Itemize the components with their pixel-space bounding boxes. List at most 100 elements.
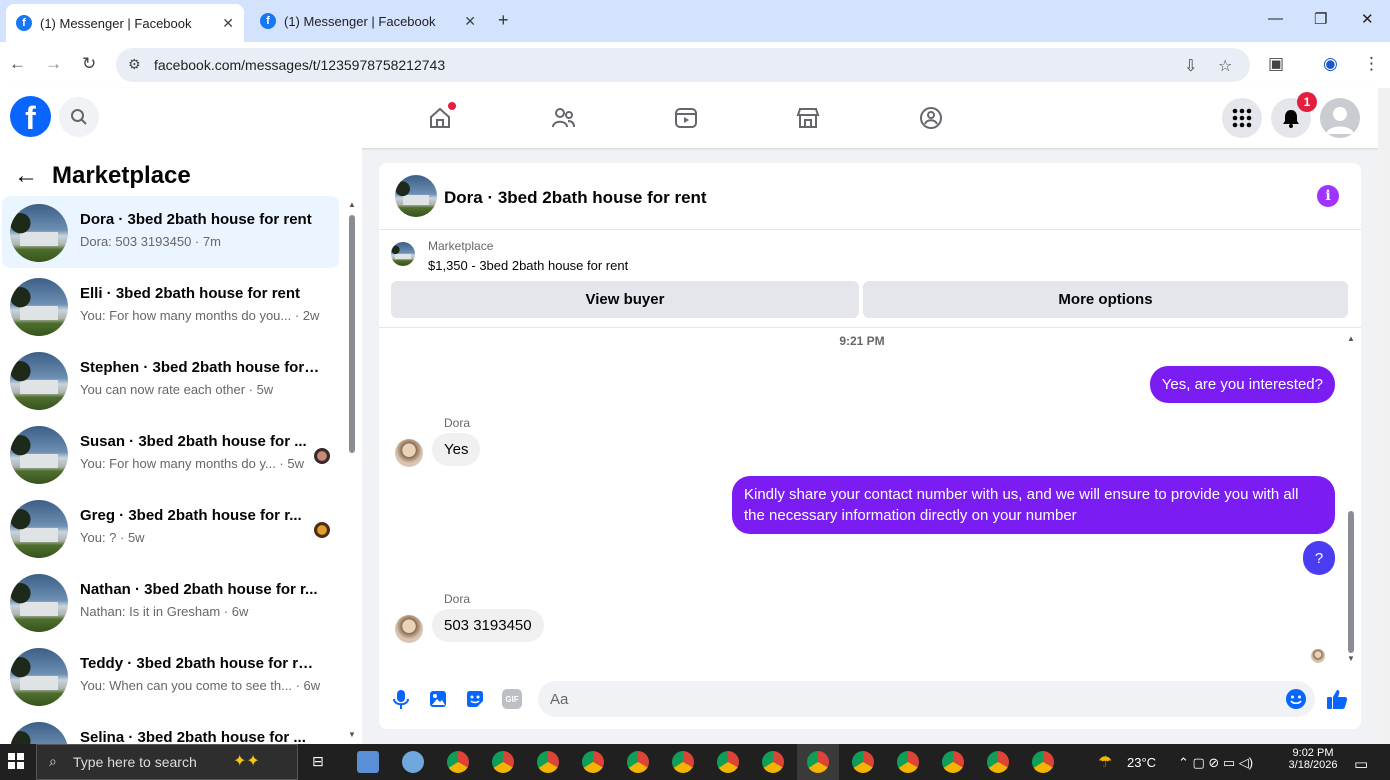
marketplace-nav-icon[interactable] [793, 103, 823, 133]
info-icon[interactable]: i [1317, 185, 1339, 207]
microphone-icon[interactable] [390, 688, 412, 710]
chrome-icon[interactable] [582, 751, 604, 773]
browser-tab-active[interactable]: f (1) Messenger | Facebook ✕ [6, 4, 244, 42]
clock[interactable]: 9:02 PM 3/18/2026 [1288, 747, 1338, 771]
install-app-icon[interactable]: ⇩ [1184, 56, 1197, 76]
scrollbar-thumb[interactable] [349, 215, 355, 453]
task-view-icon[interactable]: ⊟ [312, 753, 324, 770]
message-input[interactable]: Aa [538, 681, 1315, 717]
restore-icon[interactable]: ❐ [1314, 10, 1327, 28]
conversation-preview: You can now rate each other · 5w [80, 382, 274, 397]
facebook-logo-icon[interactable]: f [10, 96, 51, 137]
chrome-icon[interactable] [672, 751, 694, 773]
scroll-up-icon[interactable]: ▲ [348, 200, 356, 209]
conversation-item[interactable]: Nathan · 3bed 2bath house for r... Natha… [2, 566, 339, 638]
photo-icon[interactable] [427, 688, 449, 710]
scroll-up-icon[interactable]: ▲ [1347, 334, 1355, 343]
apps-menu-button[interactable] [1222, 98, 1262, 138]
listing-price-title[interactable]: $1,350 - 3bed 2bath house for rent [428, 258, 628, 273]
tab-close-icon[interactable]: ✕ [464, 13, 476, 30]
scroll-down-icon[interactable]: ▼ [1347, 654, 1355, 663]
chat-title[interactable]: Dora · 3bed 2bath house for rent [444, 188, 707, 208]
conversation-item[interactable]: Selina · 3bed 2bath house for ... [2, 714, 339, 744]
notification-center-icon[interactable]: ▭ [1354, 755, 1368, 773]
address-bar[interactable]: ⚙ facebook.com/messages/t/12359787582127… [116, 48, 1250, 82]
groups-nav-icon[interactable] [916, 103, 946, 133]
message-timestamp: 9:21 PM [839, 334, 885, 348]
bookmark-star-icon[interactable]: ☆ [1218, 56, 1232, 76]
windows-taskbar: ⌕ Type here to search ✦✦ ⊟ ☂ 23°C ⌃ ▢ ⊘ … [0, 744, 1390, 780]
sticker-icon[interactable] [464, 688, 486, 710]
friends-nav-icon[interactable] [548, 103, 578, 133]
outgoing-message[interactable]: Kindly share your contact number with us… [732, 476, 1335, 534]
system-tray-icons[interactable]: ⌃ ▢ ⊘ ▭ ◁) [1178, 755, 1253, 771]
video-nav-icon[interactable] [671, 103, 701, 133]
clock-date: 3/18/2026 [1288, 759, 1338, 771]
tab-close-icon[interactable]: ✕ [222, 15, 234, 32]
temperature[interactable]: 23°C [1127, 755, 1156, 770]
windows-start-icon[interactable] [8, 753, 24, 774]
chrome-icon[interactable] [717, 751, 739, 773]
message-composer: GIF Aa [379, 668, 1361, 729]
close-window-icon[interactable]: ✕ [1361, 10, 1374, 28]
chrome-icon[interactable] [627, 751, 649, 773]
forward-icon[interactable]: → [45, 54, 62, 74]
conversation-item[interactable]: Elli · 3bed 2bath house for rent You: Fo… [2, 270, 339, 342]
conversation-list-scrollbar[interactable]: ▲ ▼ [346, 200, 358, 740]
back-arrow-icon[interactable]: ← [14, 162, 38, 190]
chrome-icon[interactable] [447, 751, 469, 773]
chrome-icon[interactable] [762, 751, 784, 773]
conversation-item[interactable]: Stephen · 3bed 2bath house for ... You c… [2, 344, 339, 416]
chrome-icon[interactable] [897, 751, 919, 773]
site-info-icon[interactable]: ⚙ [128, 56, 141, 73]
account-avatar[interactable] [1320, 98, 1360, 138]
incoming-message[interactable]: 503 3193450 [432, 609, 544, 642]
reload-icon[interactable]: ↻ [82, 54, 96, 74]
dora-avatar[interactable] [395, 439, 423, 467]
marketplace-conversations-panel: ← Marketplace Dora · 3bed 2bath house fo… [0, 148, 362, 744]
taskbar-search-placeholder: Type here to search [73, 754, 197, 770]
tab-search-icon[interactable]: ▣ [1268, 54, 1284, 74]
clock-time: 9:02 PM [1292, 747, 1334, 759]
profile-icon[interactable]: ◉ [1323, 54, 1338, 74]
new-tab-button[interactable]: + [498, 10, 509, 31]
emoji-icon[interactable] [1285, 688, 1307, 710]
view-buyer-button[interactable]: View buyer [391, 281, 859, 318]
conversation-item[interactable]: Teddy · 3bed 2bath house for rent You: W… [2, 640, 339, 712]
app-icon[interactable] [402, 751, 424, 773]
chrome-icon[interactable] [942, 751, 964, 773]
chat-listing-thumbnail[interactable] [395, 175, 437, 217]
tab-title: (1) Messenger | Facebook [40, 15, 192, 31]
chrome-icon[interactable] [852, 751, 874, 773]
file-explorer-icon[interactable] [357, 751, 379, 773]
chrome-icon[interactable] [987, 751, 1009, 773]
conversation-item[interactable]: Susan · 3bed 2bath house for ... You: Fo… [2, 418, 339, 490]
scroll-down-icon[interactable]: ▼ [348, 730, 356, 739]
like-thumb-icon[interactable] [1326, 688, 1348, 710]
seen-avatar [314, 522, 330, 538]
incoming-message[interactable]: Yes [432, 433, 481, 466]
more-options-button[interactable]: More options [863, 281, 1348, 318]
sender-name: Dora [444, 416, 471, 430]
browser-tab[interactable]: f (1) Messenger | Facebook ✕ [250, 4, 486, 38]
conversation-item[interactable]: Greg · 3bed 2bath house for r... You: ? … [2, 492, 339, 564]
chrome-icon[interactable] [537, 751, 559, 773]
minimize-icon[interactable]: — [1268, 10, 1283, 27]
page-scrollbar[interactable] [1378, 88, 1390, 744]
conversation-item[interactable]: Dora · 3bed 2bath house for rent Dora: 5… [2, 196, 339, 268]
chrome-icon[interactable] [1032, 751, 1054, 773]
browser-menu-icon[interactable]: ⋮ [1363, 54, 1380, 74]
dora-avatar[interactable] [395, 615, 423, 643]
chat-scrollbar[interactable]: ▲ ▼ [1345, 334, 1357, 664]
outgoing-message[interactable]: ? [1303, 541, 1335, 575]
back-icon[interactable]: ← [9, 54, 26, 74]
scrollbar-thumb[interactable] [1348, 511, 1354, 653]
outgoing-message[interactable]: Yes, are you interested? [1149, 366, 1335, 403]
search-button[interactable] [59, 97, 99, 137]
weather-icon[interactable]: ☂ [1098, 752, 1112, 772]
chrome-icon[interactable] [492, 751, 514, 773]
grid-icon [1232, 108, 1252, 128]
gif-icon[interactable]: GIF [501, 688, 523, 710]
taskbar-search-input[interactable]: ⌕ Type here to search ✦✦ [36, 744, 298, 780]
chrome-icon-active[interactable] [807, 751, 829, 773]
